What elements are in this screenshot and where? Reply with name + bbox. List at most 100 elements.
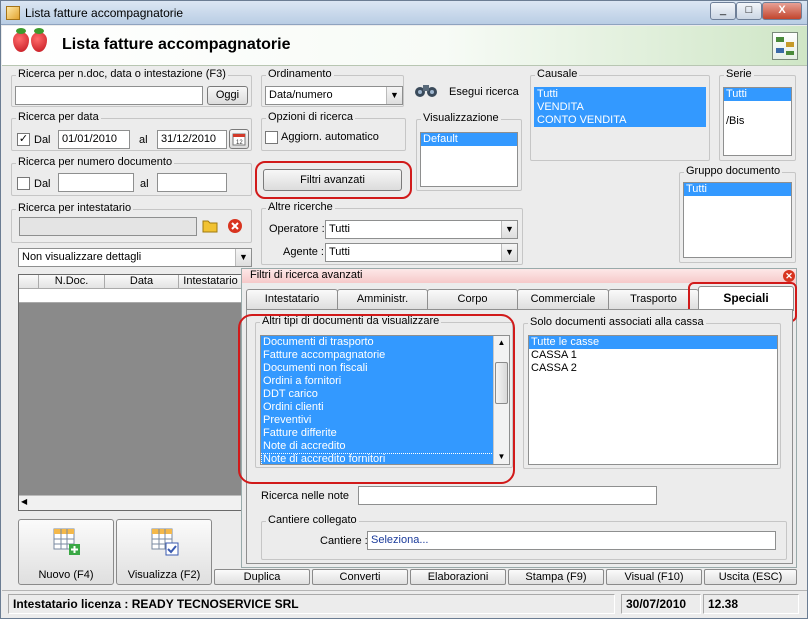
oggi-button[interactable]: Oggi	[207, 86, 248, 105]
tab-commerciale[interactable]: Commerciale	[517, 289, 609, 309]
causale-list[interactable]: Tutti VENDITA CONTO VENDITA	[534, 87, 706, 127]
esegui-ricerca-button[interactable]: Esegui ricerca	[411, 78, 522, 108]
nuovo-label: Nuovo (F4)	[38, 569, 94, 581]
al-numero-input[interactable]	[157, 173, 227, 192]
ricerca-numero-legend: Ricerca per numero documento	[16, 156, 175, 168]
maximize-button[interactable]: □	[736, 2, 762, 20]
altri-tipi-list[interactable]: Documenti di trasporto Fatture accompagn…	[260, 335, 510, 465]
gruppo-list[interactable]: Tutti	[683, 182, 792, 258]
operatore-value: Tutti	[329, 223, 350, 235]
dettagli-value: Non visualizzare dettagli	[22, 251, 142, 263]
list-item[interactable]: Ordini a fornitori	[261, 375, 494, 388]
delete-icon[interactable]	[227, 218, 243, 237]
list-item[interactable]: /Bis	[724, 115, 791, 128]
operatore-select[interactable]: Tutti ▼	[325, 220, 518, 239]
calendar-icon[interactable]: 12	[229, 129, 249, 149]
intestatario-input[interactable]	[19, 217, 197, 236]
duplica-button[interactable]: Duplica	[214, 569, 310, 585]
list-item[interactable]: DDT carico	[261, 388, 494, 401]
chevron-down-icon[interactable]: ▼	[235, 249, 251, 266]
speciali-pane: Altri tipi di documenti da visualizzare …	[246, 309, 793, 564]
list-item[interactable]: Tutti	[535, 88, 705, 101]
list-item[interactable]: Tutti	[684, 183, 791, 196]
dal-data-checkbox[interactable]: ✓	[17, 133, 30, 146]
list-item[interactable]: Ordini clienti	[261, 401, 494, 414]
list-item[interactable]: Documenti di trasporto	[261, 336, 494, 349]
visualizza-button[interactable]: Visualizza (F2)	[116, 519, 212, 585]
agente-value: Tutti	[329, 246, 350, 258]
dettagli-select[interactable]: Non visualizzare dettagli ▼	[18, 248, 252, 267]
visualizzazione-list[interactable]: Default	[420, 132, 518, 187]
converti-button[interactable]: Converti	[312, 569, 408, 585]
nuovo-button[interactable]: Nuovo (F4)	[18, 519, 114, 585]
results-grid[interactable]	[18, 274, 244, 511]
list-item[interactable]: Documenti non fiscali	[261, 362, 494, 375]
grid-corner	[19, 275, 39, 289]
app-icon	[6, 6, 20, 20]
chevron-down-icon[interactable]: ▼	[501, 221, 517, 238]
minimize-button[interactable]: _	[710, 2, 736, 20]
visual-button[interactable]: Visual (F10)	[606, 569, 702, 585]
tab-speciali[interactable]: Speciali	[698, 286, 794, 311]
solo-cassa-legend: Solo documenti associati alla cassa	[528, 316, 706, 328]
serie-list[interactable]: Tutti /Bis	[723, 87, 792, 156]
scroll-thumb[interactable]	[495, 362, 508, 404]
strawberry-icon	[13, 28, 29, 52]
ordinamento-select[interactable]: Data/numero ▼	[265, 86, 403, 105]
note-label: Ricerca nelle note	[261, 490, 350, 502]
filtri-avanzati-button[interactable]: Filtri avanzati	[263, 169, 402, 191]
dal-numero-checkbox[interactable]	[17, 177, 30, 190]
uscita-button[interactable]: Uscita (ESC)	[704, 569, 797, 585]
table-row[interactable]	[19, 289, 243, 303]
tab-corpo[interactable]: Corpo	[427, 289, 518, 309]
scroll-down-icon[interactable]: ▼	[494, 450, 509, 464]
elaborazioni-button[interactable]: Elaborazioni	[410, 569, 506, 585]
note-input[interactable]	[358, 486, 657, 505]
folder-icon[interactable]	[202, 218, 218, 236]
cantiere-input[interactable]: Seleziona...	[367, 531, 776, 550]
list-item[interactable]: CASSA 2	[529, 362, 777, 375]
intestatario-legend: Ricerca per intestatario	[16, 202, 134, 214]
close-window-button[interactable]: X	[762, 2, 802, 20]
tab-intestatario[interactable]: Intestatario	[246, 289, 338, 309]
users-icon[interactable]	[772, 32, 798, 60]
aggiorn-checkbox[interactable]	[265, 131, 278, 144]
list-item[interactable]: Tutte le casse	[529, 336, 777, 349]
page-title: Lista fatture accompagnatorie	[62, 36, 291, 53]
list-item[interactable]: CONTO VENDITA	[535, 114, 705, 126]
tab-amministr[interactable]: Amministr.	[337, 289, 428, 309]
list-item[interactable]: Fatture accompagnatorie	[261, 349, 494, 362]
list-item[interactable]: Fatture differite	[261, 427, 494, 440]
al-date-input[interactable]: 31/12/2010	[157, 130, 227, 149]
horizontal-scrollbar[interactable]: ◀	[19, 495, 243, 510]
list-item[interactable]: VENDITA	[535, 101, 705, 114]
altre-ricerche-legend: Altre ricerche	[266, 201, 335, 213]
status-bar: Intestatario licenza : READY TECNOSERVIC…	[2, 590, 807, 617]
col-header-data[interactable]: Data	[105, 275, 179, 289]
list-item[interactable]: Note di accredito fornitori	[261, 453, 494, 464]
solo-cassa-list[interactable]: Tutte le casse CASSA 1 CASSA 2	[528, 335, 778, 465]
main-window: Lista fatture accompagnatorie _ □ X List…	[0, 0, 808, 619]
list-item[interactable]: Tutti	[724, 88, 791, 101]
list-item[interactable]: Default	[421, 133, 517, 146]
causale-legend: Causale	[535, 68, 580, 80]
list-item[interactable]: Preventivi	[261, 414, 494, 427]
ricerca-data-legend: Ricerca per data	[16, 111, 101, 123]
dal-date-input[interactable]: 01/01/2010	[58, 130, 130, 149]
serie-legend: Serie	[724, 68, 754, 80]
list-item[interactable]: CASSA 1	[529, 349, 777, 362]
col-header-intestatario[interactable]: Intestatario	[179, 275, 243, 289]
tab-trasporto[interactable]: Trasporto	[608, 289, 699, 309]
scroll-up-icon[interactable]: ▲	[494, 336, 509, 350]
altri-tipi-scrollbar[interactable]: ▲ ▼	[493, 336, 509, 464]
list-item[interactable]: Note di accredito	[261, 440, 494, 453]
chevron-down-icon[interactable]: ▼	[386, 87, 402, 104]
col-header-ndoc[interactable]: N.Doc.	[39, 275, 105, 289]
stampa-button[interactable]: Stampa (F9)	[508, 569, 604, 585]
agente-select[interactable]: Tutti ▼	[325, 243, 518, 262]
scroll-left-icon[interactable]: ◀	[21, 497, 27, 506]
chevron-down-icon[interactable]: ▼	[501, 244, 517, 261]
search-ndoc-input[interactable]	[15, 86, 203, 105]
dal-numero-input[interactable]	[58, 173, 134, 192]
close-icon[interactable]: ✕	[783, 270, 795, 282]
